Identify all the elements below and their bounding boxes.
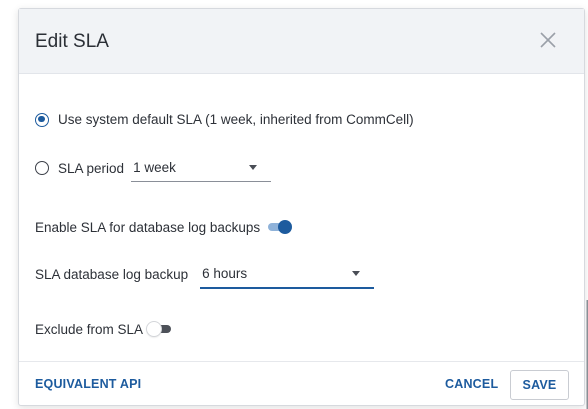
cancel-button[interactable]: CANCEL — [445, 377, 498, 391]
db-log-backup-label: SLA database log backup — [35, 266, 189, 282]
dialog-title: Edit SLA — [35, 31, 109, 52]
system-default-radio[interactable] — [35, 112, 49, 127]
db-log-backup-row: SLA database log backup 6 hours — [35, 259, 375, 289]
sla-period-select[interactable]: 1 week — [131, 154, 272, 182]
close-button[interactable] — [537, 29, 559, 51]
save-button[interactable]: SAVE — [510, 370, 569, 400]
sla-period-radio[interactable] — [35, 161, 49, 175]
sla-period-label: SLA period — [58, 160, 125, 176]
dialog-footer: EQUIVALENT API CANCEL SAVE — [19, 361, 584, 406]
exclude-toggle[interactable] — [147, 321, 173, 337]
exclude-row: Exclude from SLA — [35, 321, 173, 337]
system-default-label: Use system default SLA (1 week, inherite… — [58, 112, 414, 127]
system-default-option[interactable]: Use system default SLA (1 week, inherite… — [35, 112, 414, 127]
sla-period-option: SLA period 1 week — [35, 154, 272, 182]
screen: Edit SLA Use system default SLA (1 week,… — [0, 0, 588, 409]
edit-sla-dialog: Edit SLA Use system default SLA (1 week,… — [18, 8, 585, 406]
db-log-enable-label: Enable SLA for database log backups — [35, 219, 261, 235]
close-icon — [540, 32, 556, 48]
db-log-backup-value: 6 hours — [202, 266, 248, 281]
equivalent-api-button[interactable]: EQUIVALENT API — [35, 377, 141, 391]
db-log-enable-row: Enable SLA for database log backups — [35, 219, 293, 235]
chevron-down-icon — [249, 165, 258, 170]
dialog-header: Edit SLA — [19, 9, 584, 74]
exclude-label: Exclude from SLA — [35, 321, 144, 337]
save-button-label: SAVE — [522, 378, 557, 392]
db-log-backup-select[interactable]: 6 hours — [200, 259, 375, 289]
toggle-knob — [278, 220, 293, 234]
toggle-knob — [147, 322, 162, 336]
sla-period-value: 1 week — [133, 160, 176, 175]
db-log-enable-toggle[interactable] — [266, 219, 293, 235]
chevron-down-icon — [352, 271, 361, 276]
